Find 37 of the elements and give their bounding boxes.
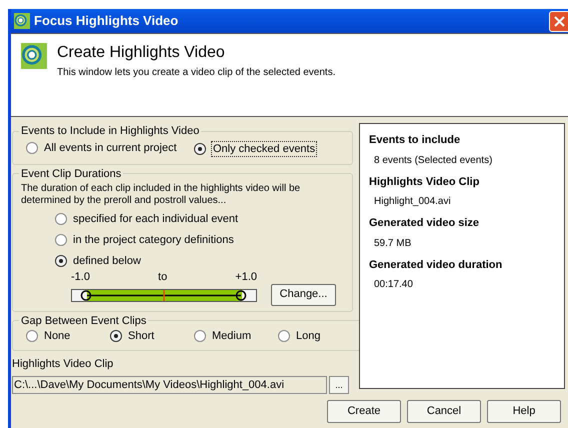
summary-value: 59.7 MB [373, 236, 412, 250]
close-icon [554, 16, 565, 26]
window-title: Focus Highlights Video [34, 12, 180, 30]
radio-option[interactable]: defined below [55, 254, 344, 268]
range-max-label: +1.0 [235, 270, 257, 285]
dialog-button[interactable]: Create [327, 400, 401, 422]
summary-heading: Generated video duration [369, 258, 504, 272]
radio-option[interactable]: Short [110, 329, 194, 343]
file-path-field[interactable]: C:\...\Dave\My Documents\My Videos\Highlight_004.avi [12, 376, 327, 394]
header-subtitle: This window lets you create a video clip of the selected events. [57, 66, 336, 80]
dialog-button[interactable]: Help [487, 400, 561, 422]
summary-value: Highlight_004.avi [373, 195, 452, 209]
app-logo-icon [14, 13, 30, 29]
summary-heading: Highlights Video Clip [369, 174, 480, 190]
group-title: Events to Include in Highlights Video [20, 124, 200, 139]
summary-value: 00:17.40 [373, 278, 414, 292]
summary-heading: Generated video size [369, 216, 480, 231]
dialog-button[interactable]: Cancel [407, 400, 481, 422]
app-logo-icon [21, 43, 47, 69]
radio-option[interactable]: Long [278, 329, 362, 343]
range-min-label: -1.0 [71, 270, 90, 285]
group-title: Event Clip Durations [20, 166, 122, 182]
summary-value: 8 events (Selected events) [373, 154, 494, 168]
summary-heading: Events to include [369, 133, 462, 148]
radio-option[interactable]: specified for each individual event [55, 212, 344, 226]
group-title: Gap Between Event Clips [20, 314, 148, 328]
radio-option[interactable]: Medium [194, 329, 278, 343]
header-title: Create Highlights Video [57, 43, 226, 63]
radio-option[interactable]: All events in current project [26, 140, 194, 154]
change-button[interactable]: Change... [271, 284, 336, 306]
radio-option[interactable]: None [26, 329, 110, 343]
range-mid-label: to [158, 270, 168, 285]
description-text: The duration of each clip included in the highlights video will be determined by the preroll and postroll values... [21, 183, 302, 207]
browse-button[interactable]: ... [329, 376, 349, 394]
radio-option[interactable]: in the project category definitions [55, 233, 344, 247]
field-label: Highlights Video Clip [12, 357, 114, 372]
close-button[interactable] [549, 10, 568, 32]
